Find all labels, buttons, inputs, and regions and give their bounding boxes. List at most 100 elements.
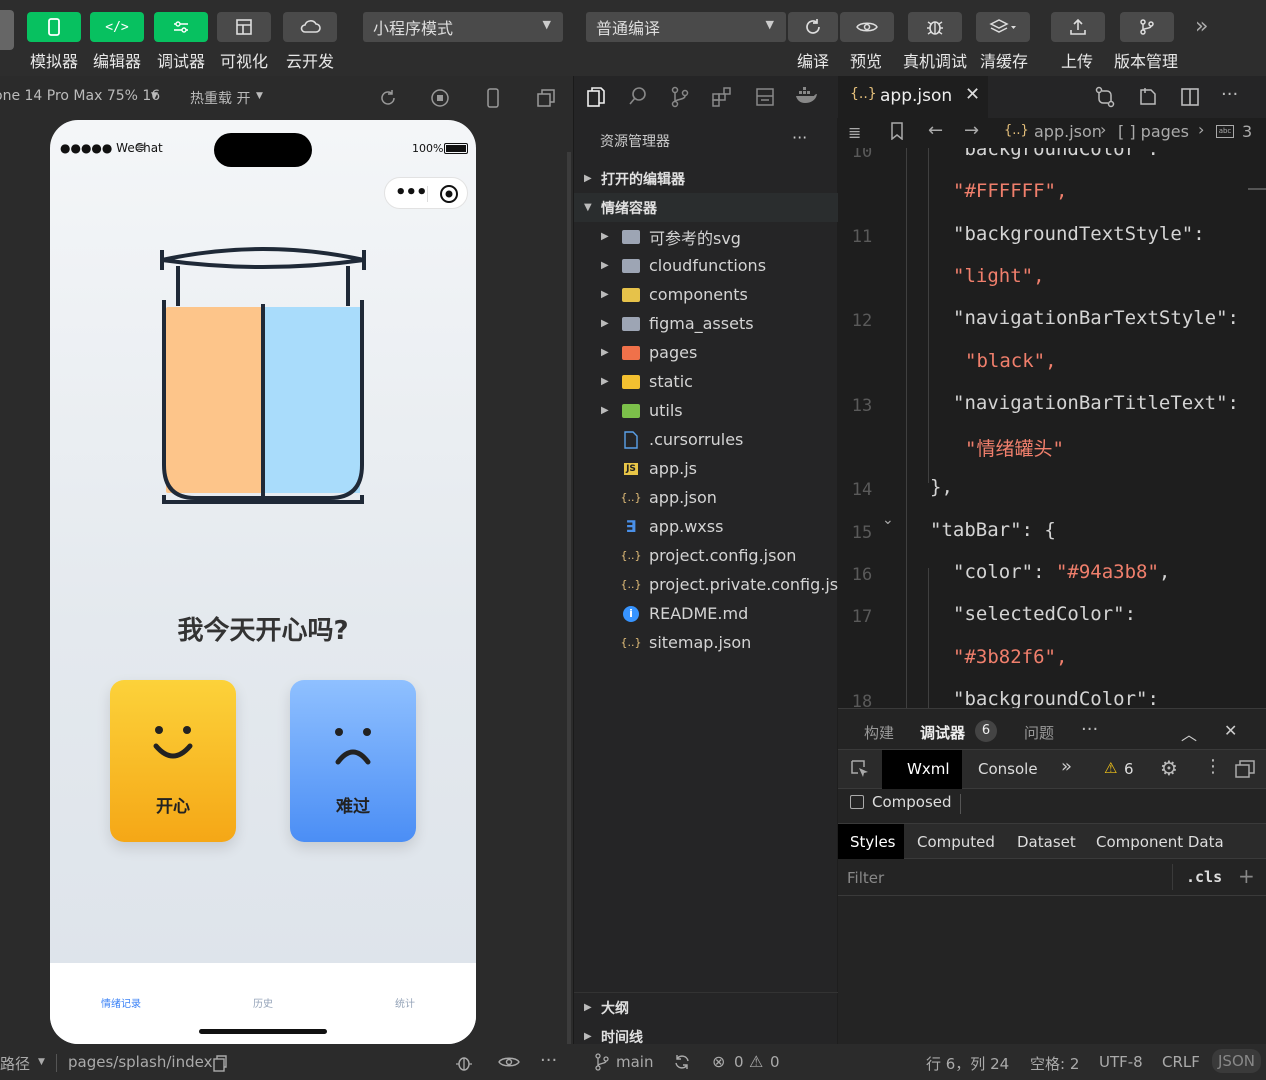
tree-file[interactable]: i README.md: [574, 599, 838, 628]
open-changes-icon[interactable]: [1137, 86, 1159, 108]
tab-stats[interactable]: 统计: [365, 995, 445, 1010]
tab-console[interactable]: Console: [978, 760, 1038, 778]
compare-icon[interactable]: [1094, 86, 1116, 108]
tab-component-data[interactable]: Component Data: [1096, 833, 1224, 851]
project-section[interactable]: ▼ 情绪容器: [574, 193, 838, 222]
list-icon[interactable]: ≣: [848, 123, 861, 142]
close-target-icon[interactable]: [439, 184, 459, 204]
inspect-element-icon[interactable]: [850, 759, 870, 779]
cursor-position[interactable]: 行 6，列 24: [926, 1053, 1009, 1074]
source-control-icon[interactable]: [670, 86, 690, 108]
tab-computed[interactable]: Computed: [917, 833, 995, 851]
wxml-tree-area[interactable]: Composed: [838, 790, 1266, 822]
version-manage-button[interactable]: [1120, 12, 1174, 42]
tree-folder[interactable]: ▶ static: [574, 367, 838, 396]
dock-icon[interactable]: [1234, 759, 1256, 779]
detach-window-icon[interactable]: [536, 88, 556, 108]
more-icon[interactable]: ···: [540, 1050, 557, 1071]
cloud-dev-button[interactable]: [283, 12, 337, 42]
compile-button[interactable]: [788, 12, 838, 42]
tree-folder[interactable]: ▶ cloudfunctions: [574, 251, 838, 280]
close-icon[interactable]: ✕: [965, 84, 980, 105]
tab-styles[interactable]: Styles: [838, 824, 904, 859]
tree-folder[interactable]: ▶ utils: [574, 396, 838, 425]
sad-button[interactable]: 难过: [290, 680, 416, 842]
tree-file[interactable]: {..} sitemap.json: [574, 628, 838, 657]
close-panel-icon[interactable]: ✕: [1224, 721, 1237, 740]
simulator-scrollbar[interactable]: [567, 152, 571, 1072]
add-rule-icon[interactable]: +: [1238, 864, 1255, 888]
bug-icon[interactable]: [454, 1053, 474, 1073]
breadcrumb-file[interactable]: app.json: [1034, 122, 1102, 141]
chevron-up-icon[interactable]: ︿: [1181, 721, 1197, 745]
filter-input[interactable]: Filter: [847, 869, 884, 887]
outline-section[interactable]: ▶ 大纲: [574, 993, 838, 1022]
tab-app-json[interactable]: {..} app.json ✕: [838, 76, 988, 118]
tab-history[interactable]: 历史: [223, 995, 303, 1010]
tree-folder[interactable]: ▶ components: [574, 280, 838, 309]
search-icon[interactable]: [628, 86, 648, 106]
hot-reload-toggle[interactable]: 热重载 开: [190, 88, 250, 108]
sync-icon[interactable]: [672, 1052, 692, 1072]
device-select[interactable]: one 14 Pro Max 75% 16: [0, 88, 160, 104]
editor-toggle-button[interactable]: </>: [90, 12, 144, 42]
back-arrow-icon[interactable]: ←: [928, 120, 943, 141]
visual-toggle-button[interactable]: [217, 12, 271, 42]
open-editors-section[interactable]: ▶ 打开的编辑器: [574, 164, 838, 193]
tab-dataset[interactable]: Dataset: [1017, 833, 1076, 851]
error-count[interactable]: 0: [734, 1053, 744, 1071]
bookmark-icon[interactable]: [890, 122, 904, 140]
tab-wxml[interactable]: Wxml: [882, 750, 962, 789]
more-tabs-icon[interactable]: ···: [1081, 719, 1098, 740]
line-ending[interactable]: CRLF: [1162, 1053, 1200, 1071]
remote-debug-button[interactable]: [908, 12, 962, 42]
phone-frame-icon[interactable]: [484, 88, 502, 108]
tree-folder[interactable]: ▶ pages: [574, 338, 838, 367]
code-area[interactable]: ⌄ 10 "backgroundColor": "#FFFFFF", 11 "backg…: [838, 148, 1266, 708]
split-editor-icon[interactable]: [1179, 86, 1201, 108]
compile-mode-select[interactable]: 普通编译 ▼: [586, 12, 786, 42]
avatar[interactable]: [0, 10, 14, 50]
tree-file[interactable]: {..} project.config.json: [574, 541, 838, 570]
stop-icon[interactable]: [430, 88, 450, 108]
eye-icon[interactable]: [498, 1055, 520, 1069]
extensions-icon[interactable]: [711, 86, 733, 108]
encoding[interactable]: UTF-8: [1099, 1053, 1143, 1071]
composed-checkbox[interactable]: [850, 795, 864, 809]
upload-button[interactable]: [1051, 12, 1105, 42]
more-panels-icon[interactable]: »: [1061, 756, 1072, 777]
more-actions-icon[interactable]: ···: [1221, 84, 1238, 105]
preview-button[interactable]: [840, 12, 894, 42]
tree-folder[interactable]: ▶ figma_assets: [574, 309, 838, 338]
editor-scrollbar[interactable]: [1248, 188, 1266, 190]
more-dots-icon[interactable]: •••: [395, 182, 428, 203]
tab-mood-record[interactable]: 情绪记录: [81, 995, 161, 1010]
git-branch[interactable]: main: [616, 1053, 653, 1071]
tab-problems[interactable]: 问题: [1024, 722, 1054, 743]
clear-cache-button[interactable]: [976, 12, 1030, 42]
tree-file[interactable]: {..} app.json: [574, 483, 838, 512]
copy-icon[interactable]: [212, 1054, 228, 1072]
warning-count[interactable]: 0: [770, 1053, 780, 1071]
tree-file[interactable]: {..} project.private.config.js...: [574, 570, 854, 599]
happy-button[interactable]: 开心: [110, 680, 236, 842]
tree-file[interactable]: ∃ app.wxss: [574, 512, 838, 541]
tree-file[interactable]: JS app.js: [574, 454, 838, 483]
cls-toggle[interactable]: .cls: [1186, 868, 1222, 886]
warning-count[interactable]: 6: [1124, 760, 1134, 778]
storage-icon[interactable]: [755, 86, 775, 108]
debugger-toggle-button[interactable]: [154, 12, 208, 42]
forward-arrow-icon[interactable]: →: [964, 120, 979, 141]
simulator-toggle-button[interactable]: [27, 12, 81, 42]
docker-icon[interactable]: [794, 87, 818, 105]
tree-folder[interactable]: ▶ 可参考的svg: [574, 222, 838, 251]
path-label[interactable]: 路径: [0, 1053, 30, 1074]
files-icon[interactable]: [586, 86, 606, 108]
tab-build[interactable]: 构建: [864, 722, 894, 743]
explorer-more-button[interactable]: ···: [792, 128, 807, 147]
rotate-icon[interactable]: [378, 88, 398, 108]
breadcrumb-index[interactable]: 3: [1242, 122, 1252, 141]
breadcrumb-pages[interactable]: [ ] pages: [1118, 122, 1189, 141]
mode-select[interactable]: 小程序模式 ▼: [363, 12, 563, 42]
more-chevrons-icon[interactable]: »: [1195, 14, 1208, 39]
